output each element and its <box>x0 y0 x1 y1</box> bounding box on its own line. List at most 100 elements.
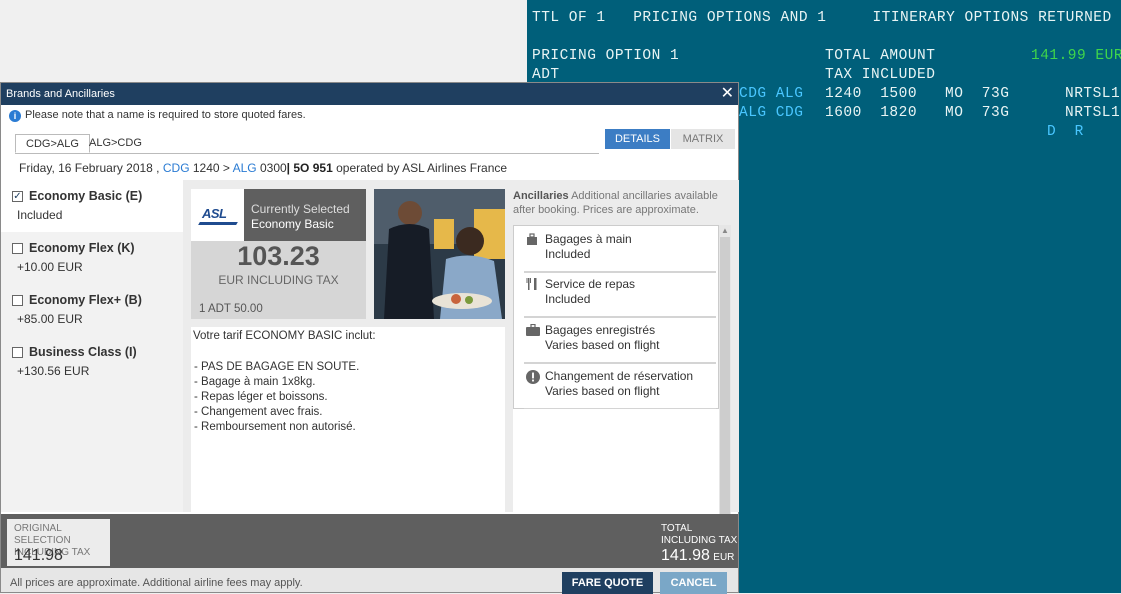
description-item: - Remboursement non autorisé. <box>194 421 356 433</box>
suitcase-icon <box>526 324 540 336</box>
terminal-line: TAX INCLUDED <box>825 67 936 83</box>
ancillary-item[interactable]: Changement de réservation Varies based o… <box>524 366 716 410</box>
fare-name: Economy Flex (K) <box>29 241 135 255</box>
ancillary-value: Varies based on flight <box>545 338 660 352</box>
flight-summary: Friday, 16 February 2018 , CDG 1240 > AL… <box>19 161 507 175</box>
info-icon: i <box>9 110 21 122</box>
ancillary-name: Service de repas <box>545 277 636 291</box>
terminal-line: TTL OF 1 PRICING OPTIONS AND 1 ITINERARY… <box>532 10 1112 26</box>
fare-list: ✓ Economy Basic (E) Included Economy Fle… <box>1 180 183 512</box>
passenger-breakdown: 1 ADT 50.00 <box>199 303 263 315</box>
fare-quote-button[interactable]: FARE QUOTE <box>562 572 653 594</box>
ancillaries-title: Ancillaries <box>513 190 569 202</box>
fare-checkbox[interactable] <box>12 243 23 254</box>
totals-bar <box>1 514 738 568</box>
terminal-line: MO 73G <box>945 105 1010 121</box>
fare-name: Business Class (I) <box>29 345 137 359</box>
origin-airport[interactable]: CDG <box>163 161 190 175</box>
ancillaries-list: Bagages à main Included Service de repas… <box>513 225 719 410</box>
total-label-line: TOTAL <box>661 523 693 534</box>
description-item: - Changement avec frais. <box>194 406 323 418</box>
terminal-line: MO 73G <box>945 86 1010 102</box>
name-required-note: i Please note that a name is required to … <box>9 109 306 122</box>
flight-number: 5O 951 <box>293 161 333 175</box>
ancillary-name: Bagages à main <box>545 232 632 246</box>
fare-name: Economy Basic (E) <box>29 189 143 203</box>
close-icon[interactable]: ✕ <box>721 83 734 105</box>
ancillary-item[interactable]: Bagages à main Included <box>524 229 716 273</box>
matrix-toggle[interactable]: MATRIX <box>671 129 735 149</box>
dialog-titlebar: Brands and Ancillaries ✕ <box>1 83 738 105</box>
fare-price: +10.00 EUR <box>17 260 83 274</box>
alert-icon <box>526 370 540 384</box>
description-item: - Bagage à main 1x8kg. <box>194 376 316 388</box>
total-label-line: INCLUDING TAX <box>661 535 738 546</box>
ancillary-name: Changement de réservation <box>545 369 694 383</box>
total-value: 141.98 <box>661 547 710 564</box>
ancillary-value: Included <box>545 247 591 261</box>
note-text: Please note that a name is required to s… <box>25 109 306 121</box>
description-item: - Repas léger et boissons. <box>194 391 328 403</box>
current-brand: Economy Basic <box>251 217 334 231</box>
arrival-time: 0300 <box>259 161 287 175</box>
destination-airport[interactable]: ALG <box>233 161 257 175</box>
dialog-title: Brands and Ancillaries <box>6 88 115 100</box>
terminal-line: D R <box>1047 124 1084 140</box>
total-currency: EUR <box>713 552 735 563</box>
fare-option[interactable]: ✓ Economy Basic (E) Included <box>1 180 183 232</box>
description-item: - PAS DE BAGAGE EN SOUTE. <box>194 361 360 373</box>
description-heading: Votre tarif ECONOMY BASIC inclut: <box>193 330 376 342</box>
ancillary-item[interactable]: Bagages enregistrés Varies based on flig… <box>524 320 716 364</box>
fare-checkbox[interactable] <box>12 295 23 306</box>
ancillaries-header: Ancillaries Additional ancillaries avail… <box>513 189 735 217</box>
segment-tabs: CDG>ALG ALG>CDG <box>15 134 599 154</box>
ancillary-value: Included <box>545 292 591 306</box>
terminal-line: NRTSL1 <box>1065 86 1121 102</box>
fare-checkbox[interactable] <box>12 347 23 358</box>
cabin-photo-illustration <box>374 189 505 319</box>
terminal-line: TOTAL AMOUNT <box>825 48 936 64</box>
fare-name: Economy Flex+ (B) <box>29 293 142 307</box>
cutlery-icon <box>526 278 537 290</box>
original-value: 141.98 <box>14 547 63 564</box>
logo-swoosh <box>198 222 238 225</box>
original-selection: ORIGINAL SELECTION INCLUDING TAX 141.98 <box>7 519 110 566</box>
terminal-route: ALG CDG <box>739 105 804 121</box>
terminal-route: CDG ALG <box>739 86 804 102</box>
cabin-service-photo <box>374 189 505 319</box>
fare-option[interactable]: Business Class (I) +130.56 EUR <box>1 336 183 388</box>
fare-price: +130.56 EUR <box>17 364 90 378</box>
departure-time: 1240 <box>192 161 220 175</box>
tab-alg-cdg[interactable]: ALG>CDG <box>79 134 152 153</box>
brands-ancillaries-dialog: Brands and Ancillaries ✕ i Please note th… <box>0 82 739 594</box>
terminal-total-amount: 141.99 EUR <box>1031 48 1121 64</box>
ancillary-value: Varies based on flight <box>545 384 660 398</box>
terminal-line: PRICING OPTION 1 <box>532 48 680 64</box>
cancel-button[interactable]: CANCEL <box>660 572 727 594</box>
fare-price: Included <box>17 208 63 222</box>
ancillary-item[interactable]: Service de repas Included <box>524 274 716 318</box>
details-toggle[interactable]: DETAILS <box>605 129 670 149</box>
fare-price-note: EUR INCLUDING TAX <box>218 273 339 287</box>
route-arrow: > <box>222 161 230 175</box>
fare-checkbox[interactable]: ✓ <box>12 191 23 202</box>
current-selection: Currently Selected Economy Basic <box>244 189 366 241</box>
current-label: Currently Selected <box>251 202 350 216</box>
fare-price-large: 103.23 <box>237 241 320 271</box>
total-price: TOTAL INCLUDING TAX 141.98 EUR <box>661 523 737 565</box>
ancillary-name: Bagages enregistrés <box>545 323 656 337</box>
airline-logo: ASL <box>191 189 244 241</box>
fare-price: +85.00 EUR <box>17 312 83 326</box>
fare-option[interactable]: Economy Flex (K) +10.00 EUR <box>1 232 183 284</box>
terminal-line: 1600 1820 <box>825 105 918 121</box>
bag-icon <box>527 233 537 245</box>
terminal-line: NRTSL1 <box>1065 105 1121 121</box>
fare-option[interactable]: Economy Flex+ (B) +85.00 EUR <box>1 284 183 336</box>
original-label-line: ORIGINAL SELECTION <box>14 523 71 546</box>
separator: | <box>286 161 291 175</box>
operated-by: operated by ASL Airlines France <box>336 161 508 175</box>
scroll-up-icon[interactable]: ▲ <box>719 225 731 237</box>
price-disclaimer: All prices are approximate. Additional a… <box>10 577 303 589</box>
flight-date: Friday, 16 February 2018 , <box>19 161 160 175</box>
logo-text: ASL <box>202 206 227 221</box>
